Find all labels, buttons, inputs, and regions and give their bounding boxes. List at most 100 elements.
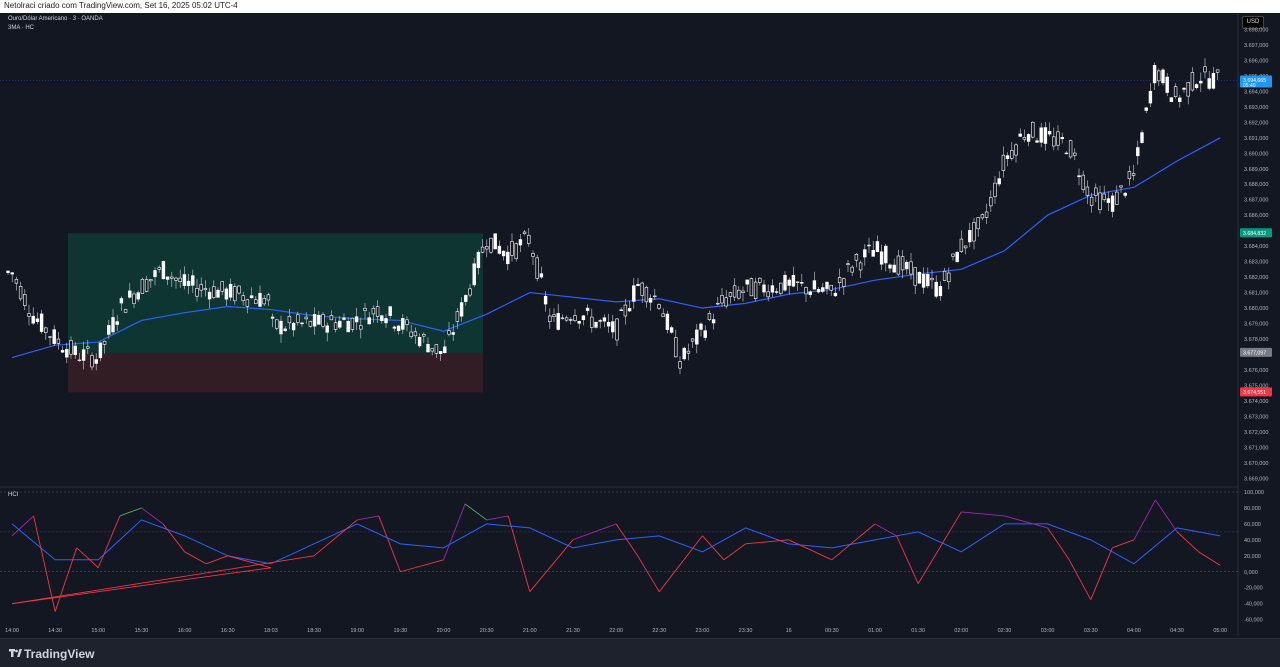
- candle-body: [808, 291, 812, 295]
- candle-body: [564, 317, 569, 321]
- price-axis-label: 3.694,000: [1244, 89, 1268, 95]
- osc-line-segment: [1198, 551, 1221, 566]
- candle-body: [1035, 140, 1039, 143]
- candle-body: [90, 355, 94, 368]
- candle-body: [871, 250, 875, 257]
- candle-body: [947, 272, 951, 283]
- candle-body: [1064, 152, 1069, 155]
- price-axis-label: 3.671,000: [1244, 445, 1268, 451]
- candle-body: [577, 321, 581, 324]
- candle-body: [522, 231, 527, 234]
- candle-body: [102, 340, 107, 345]
- candle-body: [195, 288, 199, 297]
- candle-body: [766, 291, 770, 298]
- osc-line-segment: [486, 515, 509, 521]
- osc-line-segment: [702, 535, 725, 561]
- candle-body: [220, 281, 224, 292]
- candle-body: [1005, 155, 1010, 159]
- price-axis-label: 3.692,000: [1244, 120, 1268, 126]
- candle-body: [497, 245, 502, 254]
- osc-line-segment: [1068, 559, 1092, 600]
- price-axis-label: 3.686,000: [1244, 213, 1268, 219]
- candle-body: [707, 313, 712, 320]
- candle-body: [212, 286, 216, 298]
- candle-body: [1131, 173, 1136, 176]
- osc-line-segment: [464, 503, 487, 521]
- candle-body: [1127, 171, 1132, 179]
- candle-body: [27, 313, 31, 317]
- candle-body: [846, 263, 850, 265]
- price-axis-label: 3.693,000: [1244, 105, 1268, 111]
- candle-body: [661, 313, 665, 317]
- candle-body: [829, 284, 833, 291]
- osc-line-segment: [1155, 499, 1178, 533]
- time-axis-label: 15:00: [91, 628, 105, 634]
- osc-line-segment: [97, 515, 121, 568]
- candle-body: [1173, 86, 1178, 97]
- candle-body: [1001, 154, 1006, 171]
- osc-line-segment: [206, 555, 228, 565]
- candle-body: [300, 322, 304, 325]
- osc-line-segment: [917, 511, 962, 584]
- candle-body: [98, 342, 103, 359]
- candle-body: [535, 257, 539, 279]
- candle-body: [405, 319, 409, 325]
- candle-body: [1207, 78, 1211, 89]
- candle-body: [65, 348, 69, 358]
- candle-body: [1068, 140, 1073, 158]
- brand-name: TradingView: [24, 647, 95, 661]
- footer: TradingView: [0, 638, 1280, 667]
- candle-body: [136, 292, 140, 300]
- candle-body: [640, 282, 644, 296]
- time-axis-label: 21:00: [523, 628, 537, 634]
- candle-body: [963, 245, 968, 249]
- candle-body: [367, 317, 371, 325]
- candle-body: [476, 252, 481, 268]
- candle-body: [296, 314, 300, 323]
- time-axis-label: 15:30: [135, 628, 149, 634]
- osc-line-segment: [1133, 499, 1156, 541]
- candle-body: [1110, 195, 1115, 212]
- osc-line-segment: [378, 515, 401, 572]
- candle-body: [426, 344, 430, 353]
- candle-body: [690, 338, 695, 342]
- candle-body: [308, 321, 313, 327]
- candle-body: [56, 338, 61, 344]
- candle-body: [149, 279, 153, 282]
- candle-body: [976, 217, 980, 230]
- candle-body: [1211, 72, 1216, 89]
- price-chart[interactable]: 3.698,0003.697,0003.696,0003.695,0003.69…: [0, 0, 1280, 666]
- time-axis-label: 18:03: [264, 628, 278, 634]
- candle-body: [573, 315, 577, 321]
- candle-body: [510, 241, 514, 256]
- candle-body: [1144, 107, 1148, 111]
- time-axis-label: 14:30: [48, 628, 62, 634]
- time-axis-label: 21:30: [566, 628, 580, 634]
- time-axis-label: 02:00: [954, 628, 968, 634]
- candle-body: [711, 319, 716, 324]
- time-axis-label: 23:30: [739, 628, 753, 634]
- candle-body: [884, 245, 888, 264]
- candle-body: [753, 281, 758, 299]
- candle-body: [123, 309, 128, 313]
- candle-body: [879, 251, 884, 265]
- candle-body: [682, 347, 686, 360]
- osc-axis-label: 60,000: [1244, 522, 1261, 528]
- candle-body: [1152, 65, 1157, 84]
- candle-body: [812, 280, 817, 290]
- candle-body: [52, 329, 56, 344]
- candle-body: [594, 321, 598, 328]
- candle-body: [942, 270, 947, 281]
- candle-body: [783, 274, 787, 291]
- candle-body: [459, 302, 464, 317]
- candle-body: [1123, 192, 1127, 196]
- candle-body: [455, 311, 460, 322]
- candle-body: [619, 309, 623, 311]
- candle-body: [392, 326, 397, 329]
- candle-body: [1018, 133, 1022, 137]
- price-axis-label: 3.697,000: [1244, 43, 1268, 49]
- time-axis-label: 16:30: [221, 628, 235, 634]
- candle-body: [207, 291, 212, 300]
- candle-body: [699, 323, 703, 330]
- candle-body: [73, 345, 77, 355]
